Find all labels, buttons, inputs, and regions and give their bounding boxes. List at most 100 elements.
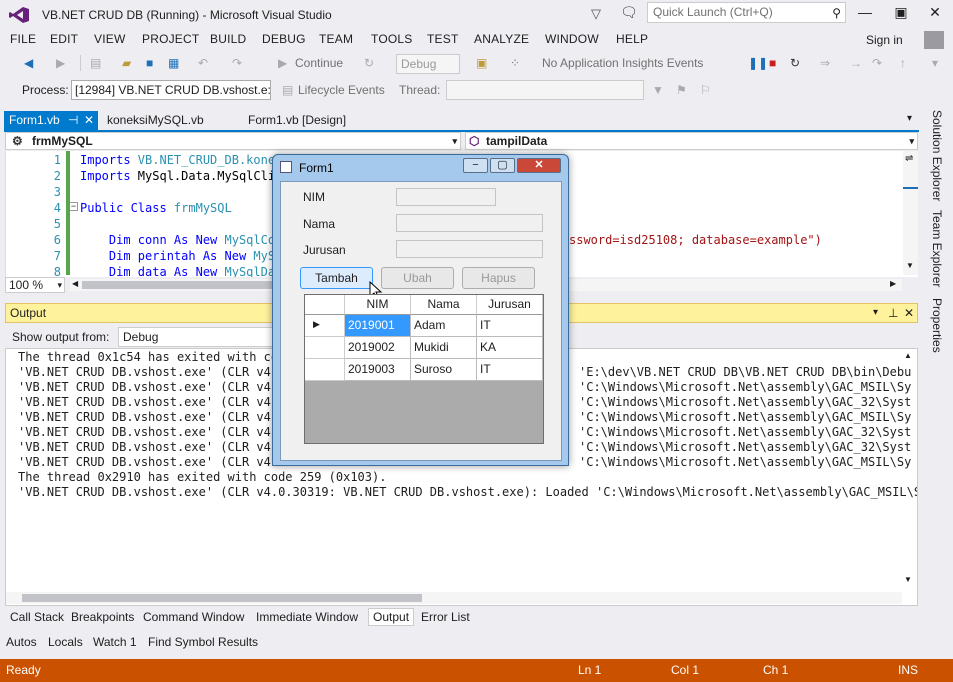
lifecycle-events-button[interactable]: Lifecycle Events: [298, 83, 385, 97]
scroll-thumb[interactable]: [82, 281, 282, 289]
grid-column-header[interactable]: Jurusan: [477, 295, 543, 315]
undo-icon[interactable]: ↶: [198, 56, 208, 70]
jurusan-input[interactable]: [396, 240, 543, 258]
scroll-left-icon[interactable]: ◀: [72, 279, 78, 288]
sign-in-link[interactable]: Sign in: [866, 33, 903, 47]
form1-window[interactable]: Form1 − ▢ ✕ NIM Nama Jurusan Tambah Ubah…: [272, 154, 569, 466]
split-icon[interactable]: ⇌: [905, 153, 913, 164]
grid-cell[interactable]: 2019003: [345, 359, 411, 381]
tab-find-symbol-results[interactable]: Find Symbol Results: [148, 635, 258, 649]
scroll-up-icon[interactable]: ▲: [904, 351, 912, 360]
close-pane-icon[interactable]: ✕: [904, 304, 914, 322]
close-button[interactable]: ✕: [918, 0, 952, 26]
menu-help[interactable]: HELP: [616, 32, 648, 46]
back-icon[interactable]: ◀: [24, 56, 33, 70]
grid-column-header[interactable]: Nama: [411, 295, 477, 315]
grid-cell[interactable]: IT: [477, 315, 543, 337]
grid-column-header[interactable]: NIM: [345, 295, 411, 315]
menu-build[interactable]: BUILD: [210, 32, 246, 46]
open-file-icon[interactable]: ▰: [122, 56, 131, 70]
break-all-icon[interactable]: ❚❚: [748, 56, 768, 70]
zoom-select[interactable]: 100 % ▾: [5, 277, 65, 293]
solution-configuration-select[interactable]: Debug: [396, 54, 460, 74]
tab-immediate-window[interactable]: Immediate Window: [256, 610, 358, 624]
menu-view[interactable]: VIEW: [94, 32, 125, 46]
tab-solution-explorer[interactable]: Solution Explorer: [926, 110, 944, 201]
new-project-icon[interactable]: ▤: [90, 56, 101, 70]
grid-cell[interactable]: 2019001: [345, 315, 411, 337]
data-grid[interactable]: NIM Nama Jurusan ▶ 2019001 Adam IT 20190…: [304, 294, 544, 444]
step-over-icon[interactable]: ↷: [872, 56, 882, 70]
grid-cell[interactable]: Mukidi: [411, 337, 477, 359]
menu-file[interactable]: FILE: [10, 32, 36, 46]
pin-icon[interactable]: ⊣: [68, 111, 78, 129]
pane-dropdown-icon[interactable]: ▾: [873, 304, 878, 322]
tab-breakpoints[interactable]: Breakpoints: [71, 610, 134, 624]
pin-icon[interactable]: ⊥: [888, 304, 898, 322]
thread-flagged-icon[interactable]: ⚐: [700, 83, 711, 97]
form-minimize-button[interactable]: −: [463, 158, 488, 173]
ubah-button[interactable]: Ubah: [381, 267, 454, 289]
save-all-icon[interactable]: ▦: [168, 56, 179, 70]
close-tab-icon[interactable]: ✕: [84, 111, 94, 129]
tab-form1-design[interactable]: Form1.vb [Design]: [243, 111, 346, 130]
menu-window[interactable]: WINDOW: [545, 32, 599, 46]
maximize-button[interactable]: ▣: [884, 0, 918, 26]
user-avatar-icon[interactable]: [924, 31, 944, 49]
menu-edit[interactable]: EDIT: [50, 32, 78, 46]
tab-properties[interactable]: Properties: [926, 298, 944, 353]
menu-test[interactable]: TEST: [427, 32, 458, 46]
nama-input[interactable]: [396, 214, 543, 232]
refresh-icon[interactable]: ↻: [364, 56, 374, 70]
toolbar-options-icon[interactable]: ▾: [932, 56, 938, 70]
tab-output[interactable]: Output: [368, 608, 415, 626]
scroll-right-icon[interactable]: ▶: [890, 279, 896, 288]
grid-cell[interactable]: IT: [477, 359, 543, 381]
find-in-files-icon[interactable]: ▣: [476, 56, 487, 70]
feedback-icon[interactable]: 🗨: [620, 4, 638, 21]
form-maximize-button[interactable]: ▢: [490, 158, 515, 173]
grid-row-header[interactable]: ▶: [305, 315, 345, 337]
form-close-button[interactable]: ✕: [517, 158, 561, 173]
tab-team-explorer[interactable]: Team Explorer: [926, 210, 944, 287]
method-dropdown[interactable]: ⬡ tampilData ▾: [465, 132, 918, 150]
tab-call-stack[interactable]: Call Stack: [10, 610, 64, 624]
minimize-button[interactable]: —: [848, 0, 882, 26]
tab-command-window[interactable]: Command Window: [143, 610, 244, 624]
quick-launch-input[interactable]: Quick Launch (Ctrl+Q) ⚲: [647, 2, 846, 23]
grid-cell[interactable]: 2019002: [345, 337, 411, 359]
notification-filter-icon[interactable]: ▽: [591, 6, 601, 22]
tab-koneksi-mysql-vb[interactable]: koneksiMySQL.vb: [102, 111, 204, 130]
tab-locals[interactable]: Locals: [48, 635, 83, 649]
collapse-icon[interactable]: −: [69, 202, 78, 211]
grid-cell[interactable]: Adam: [411, 315, 477, 337]
scroll-down-icon[interactable]: ▼: [906, 261, 914, 270]
grid-cell[interactable]: Suroso: [411, 359, 477, 381]
process-select[interactable]: [12984] VB.NET CRUD DB.vshost.e:: [71, 80, 271, 100]
forward-icon[interactable]: ▶: [56, 56, 65, 70]
application-insights-button[interactable]: No Application Insights Events: [542, 56, 703, 70]
grid-row-header[interactable]: [305, 359, 345, 381]
nim-input[interactable]: [396, 188, 496, 206]
redo-icon[interactable]: ↷: [232, 56, 242, 70]
restart-icon[interactable]: ↻: [790, 56, 800, 70]
menu-debug[interactable]: DEBUG: [262, 32, 306, 46]
thread-filter-icon[interactable]: ▼: [652, 83, 664, 97]
menu-analyze[interactable]: ANALYZE: [474, 32, 529, 46]
step-out-icon[interactable]: ↑: [900, 56, 906, 70]
scroll-down-icon[interactable]: ▼: [904, 575, 912, 584]
grid-row-header[interactable]: [305, 337, 345, 359]
hapus-button[interactable]: Hapus: [462, 267, 535, 289]
menu-team[interactable]: TEAM: [319, 32, 353, 46]
scroll-thumb[interactable]: [22, 594, 422, 602]
stop-debugging-icon[interactable]: ■: [769, 56, 776, 70]
tab-autos[interactable]: Autos: [6, 635, 37, 649]
tab-error-list[interactable]: Error List: [421, 610, 470, 624]
grid-cell[interactable]: KA: [477, 337, 543, 359]
show-next-statement-icon[interactable]: ⇒: [820, 56, 830, 70]
continue-button[interactable]: Continue: [295, 56, 343, 70]
menu-tools[interactable]: TOOLS: [371, 32, 412, 46]
tab-dropdown-icon[interactable]: ▾: [907, 113, 912, 124]
tab-form1-vb[interactable]: Form1.vb ⊣ ✕: [4, 111, 98, 130]
thread-select[interactable]: [446, 80, 644, 100]
